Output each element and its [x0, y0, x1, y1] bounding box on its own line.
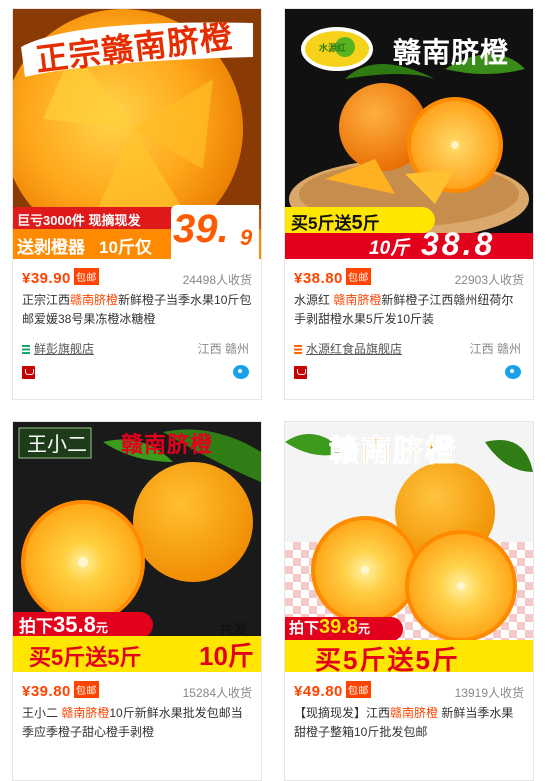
image-big-price-dec: 9 [240, 225, 253, 250]
image-banner-text: 赣南脐橙 [329, 435, 457, 469]
image-promo-offer: 买5斤送5斤 [315, 645, 460, 672]
product-price: ¥49.80 包邮 [294, 681, 371, 700]
title-text: 王小二 [22, 706, 62, 720]
image-banner-text: 赣南脐橙 [121, 432, 214, 457]
product-title[interactable]: 水源红 赣南脐橙新鲜橙子江西赣州纽荷尔手剥甜橙水果5斤发10斤装 [285, 291, 533, 329]
location: 江西 赣州 [197, 342, 249, 356]
shop-name: 鲜彭旗舰店 [34, 342, 95, 356]
sold-count: 13919人收货 [454, 686, 524, 700]
shop-link[interactable]: 水源红食品旗舰店 [294, 340, 402, 357]
tmall-icon[interactable] [22, 366, 35, 379]
image-promo-gift: 送剥橙器 [17, 238, 85, 257]
free-shipping-badge: 包邮 [73, 268, 99, 285]
title-highlight: 赣南脐橙 [70, 293, 119, 307]
title-text: 正宗江西 [22, 293, 71, 307]
title-text: 水源红 [294, 293, 334, 307]
price-value: ¥49.80 [294, 683, 343, 700]
product-title[interactable]: 【现摘现发】江西赣南脐橙 新鲜当季水果甜橙子整箱10斤批发包邮 [285, 704, 533, 742]
title-highlight: 赣南脐橙 [61, 706, 110, 720]
product-image[interactable]: 赣南脐橙 拍下39.8元 买5斤送5斤 [285, 422, 533, 672]
sold-count: 22903人收货 [454, 273, 524, 287]
promo-unit: 斤 [362, 214, 380, 233]
price-value: ¥38.80 [294, 270, 343, 287]
image-promo-qty: 10斤 [369, 238, 410, 259]
promo-number: 35.8 [53, 612, 96, 637]
product-title[interactable]: 王小二 赣南脐橙10斤新鲜水果批发包邮当季应季橙子甜心橙手剥橙 [13, 704, 261, 742]
free-shipping-badge: 包邮 [73, 681, 99, 698]
image-promo-text: 买5斤送5斤 [291, 209, 380, 235]
image-promo-text: 巨亏3000件 现摘现发 [17, 213, 141, 228]
shop-icon [22, 345, 30, 354]
product-price: ¥39.90 包邮 [22, 268, 99, 287]
promo-unit: 元 [95, 621, 108, 635]
product-image[interactable]: 水源红 赣南脐橙 买5斤送5斤 10斤 38.8 [285, 9, 533, 259]
image-big-price-int: 39. [173, 207, 229, 251]
promo-number: 39.8 [319, 616, 358, 638]
free-shipping-badge: 包邮 [345, 268, 371, 285]
price-value: ¥39.90 [22, 270, 71, 287]
image-promo-offer: 买5斤送5斤 [29, 645, 142, 670]
free-shipping-badge: 包邮 [345, 681, 371, 698]
product-image[interactable]: 王小二 赣南脐橙 拍下35.8元 共发 买5斤送5斤 10斤 [13, 422, 261, 672]
product-title[interactable]: 正宗江西赣南脐橙新鲜橙子当季水果10斤包邮爱媛38号果冻橙冰糖橙 [13, 291, 261, 329]
price-value: ¥39.80 [22, 683, 71, 700]
image-promo-text: 拍下35.8元 [19, 612, 108, 638]
image-banner-text: 赣南脐橙 [393, 37, 510, 68]
product-card[interactable]: 正宗赣南脐橙 巨亏3000件 现摘现发 送剥橙器 10斤仅 39. 9 ¥39.… [12, 8, 262, 400]
brand-logo-text: 王小二 [27, 434, 87, 456]
brand-logo-text: 水源红 [319, 43, 347, 53]
sold-count: 24498人收货 [182, 273, 252, 287]
image-big-price: 38.8 [421, 226, 496, 259]
wangwang-chat-icon[interactable] [233, 365, 249, 379]
sold-count: 15284人收货 [182, 686, 252, 700]
product-card[interactable]: 赣南脐橙 拍下39.8元 买5斤送5斤 ¥49.80 包邮 13919人收货 【现… [284, 421, 534, 781]
shop-name: 水源红食品旗舰店 [306, 342, 403, 356]
image-promo-text: 拍下39.8元 [289, 616, 370, 639]
product-price: ¥38.80 包邮 [294, 268, 371, 287]
promo-label: 拍下 [289, 620, 320, 637]
promo-label: 买5斤送 [291, 214, 352, 233]
title-highlight: 赣南脐橙 [333, 293, 382, 307]
promo-unit: 元 [357, 622, 370, 636]
shop-link[interactable]: 鲜彭旗舰店 [22, 340, 94, 357]
tmall-icon[interactable] [294, 366, 307, 379]
location: 江西 赣州 [469, 342, 521, 356]
image-promo-qty: 10斤仅 [99, 238, 152, 257]
product-price: ¥39.80 包邮 [22, 681, 99, 700]
title-highlight: 赣南脐橙 [390, 706, 439, 720]
image-promo-qty: 10斤 [199, 641, 254, 671]
product-card[interactable]: 王小二 赣南脐橙 拍下35.8元 共发 买5斤送5斤 10斤 ¥39.80 包邮 … [12, 421, 262, 781]
title-text: 【现摘现发】江西 [294, 706, 391, 720]
product-image[interactable]: 正宗赣南脐橙 巨亏3000件 现摘现发 送剥橙器 10斤仅 39. 9 [13, 9, 261, 259]
wangwang-chat-icon[interactable] [505, 365, 521, 379]
product-card[interactable]: 水源红 赣南脐橙 买5斤送5斤 10斤 38.8 ¥38.80 包邮 22903人… [284, 8, 534, 400]
shop-icon [294, 345, 302, 354]
promo-label: 拍下 [19, 617, 53, 636]
promo-number: 5 [351, 212, 363, 234]
